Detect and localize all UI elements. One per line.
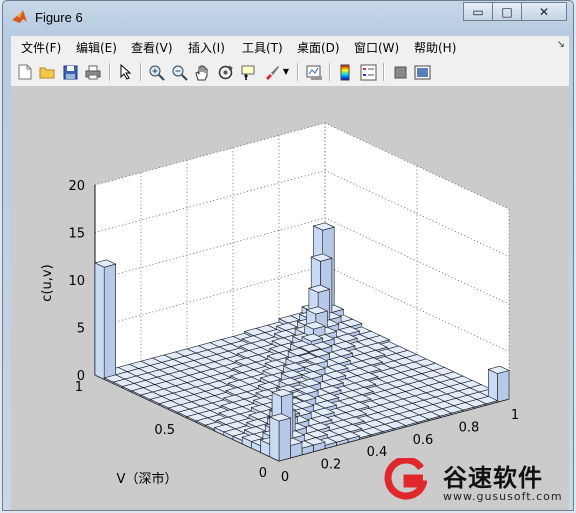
menu-view[interactable]: 查看(V) bbox=[131, 39, 173, 56]
zoom-out-icon[interactable] bbox=[170, 63, 188, 81]
hide-plot-tools-icon[interactable] bbox=[391, 63, 409, 81]
watermark: 谷速软件 www.gususoft.com bbox=[383, 452, 573, 508]
figure-canvas: 0 5 10 15 20 0 0.2 0.4 0.6 0.8 1 0 0.5 1 c(u,v) V（深市） bbox=[11, 87, 569, 511]
data-cursor-icon[interactable] bbox=[239, 63, 257, 81]
link-plot-icon[interactable] bbox=[305, 63, 323, 81]
bar-face-front bbox=[278, 417, 291, 462]
window-title: Figure 6 bbox=[35, 10, 83, 25]
z-tick-label: 10 bbox=[68, 274, 85, 289]
y-tick-label: 0 bbox=[259, 466, 267, 481]
toolbar-separator bbox=[383, 63, 385, 81]
bar-3d bbox=[94, 259, 117, 380]
menu-tools[interactable]: 工具(T) bbox=[242, 39, 283, 56]
show-plot-tools-icon[interactable] bbox=[413, 63, 431, 81]
brush-dropdown-icon[interactable]: ▼ bbox=[281, 63, 291, 81]
x-tick-label: 0.2 bbox=[321, 458, 342, 473]
new-file-icon[interactable] bbox=[16, 63, 34, 81]
z-tick-label: 20 bbox=[68, 179, 85, 194]
dock-arrow-icon[interactable]: ↘ bbox=[557, 39, 565, 50]
print-icon[interactable] bbox=[84, 63, 102, 81]
matlab-logo-icon bbox=[12, 10, 27, 23]
bar-face-front bbox=[103, 263, 116, 380]
zoom-in-icon[interactable] bbox=[147, 63, 165, 81]
brush-icon[interactable] bbox=[262, 63, 280, 81]
toolbar-separator bbox=[329, 63, 331, 81]
y-axis-label: V（深市） bbox=[117, 471, 178, 487]
y-tick-label: 0.5 bbox=[154, 423, 175, 438]
x-tick-label: 0 bbox=[281, 470, 289, 485]
menu-help[interactable]: 帮助(H) bbox=[414, 39, 456, 56]
title-bar[interactable]: Figure 6 ▭ □ ✕ bbox=[3, 1, 573, 31]
y-tick-label: 1 bbox=[75, 380, 83, 395]
legend-icon[interactable] bbox=[359, 63, 377, 81]
save-icon[interactable] bbox=[61, 63, 79, 81]
toolbar-separator bbox=[297, 63, 299, 81]
x-tick-label: 0.8 bbox=[459, 420, 480, 435]
maximize-button[interactable]: □ bbox=[492, 2, 522, 21]
menu-file[interactable]: 文件(F) bbox=[21, 39, 61, 56]
bar-3d bbox=[268, 413, 292, 462]
menu-bar: 文件(F) 编辑(E) 查看(V) 插入(I) 工具(T) 桌面(D) 窗口(W… bbox=[11, 36, 569, 59]
bar3-plot[interactable]: 0510152000.20.40.60.8100.51c(u,v)V（深市） bbox=[11, 87, 569, 511]
toolbar-separator bbox=[109, 63, 111, 81]
menu-desktop[interactable]: 桌面(D) bbox=[297, 39, 340, 56]
figure-window: Figure 6 ▭ □ ✕ 文件(F) 编辑(E) 查看(V) 插入(I) 工… bbox=[2, 0, 574, 511]
colorbar-icon[interactable] bbox=[336, 63, 354, 81]
z-axis-label: c(u,v) bbox=[40, 264, 55, 301]
menu-insert[interactable]: 插入(I) bbox=[188, 39, 225, 56]
bar-face-side bbox=[269, 416, 280, 462]
z-tick-label: 5 bbox=[77, 322, 85, 337]
minimize-button[interactable]: ▭ bbox=[463, 2, 493, 21]
gususoft-logo-icon bbox=[384, 458, 427, 500]
rotate-3d-icon[interactable] bbox=[216, 63, 234, 81]
watermark-url: www.gususoft.com bbox=[443, 490, 563, 503]
figure-toolbar: ▼ bbox=[11, 58, 569, 87]
bar-3d bbox=[487, 365, 510, 403]
x-tick-label: 1 bbox=[511, 408, 519, 423]
pointer-arrow-icon[interactable] bbox=[117, 63, 135, 81]
close-icon: ✕ bbox=[538, 4, 550, 19]
toolbar-separator bbox=[140, 63, 142, 81]
minimize-icon: ▭ bbox=[472, 4, 484, 19]
x-tick-label: 0.6 bbox=[413, 433, 434, 448]
menu-edit[interactable]: 编辑(E) bbox=[76, 39, 117, 56]
open-folder-icon[interactable] bbox=[38, 63, 56, 81]
menu-window[interactable]: 窗口(W) bbox=[354, 39, 399, 56]
bar-face-side bbox=[94, 262, 105, 380]
pan-hand-icon[interactable] bbox=[193, 63, 211, 81]
bar-face-front bbox=[497, 370, 510, 403]
maximize-icon: □ bbox=[501, 4, 513, 19]
watermark-name: 谷速软件 bbox=[443, 464, 543, 492]
z-tick-label: 15 bbox=[68, 227, 85, 242]
close-button[interactable]: ✕ bbox=[521, 2, 567, 21]
window-controls: ▭ □ ✕ bbox=[463, 2, 567, 22]
